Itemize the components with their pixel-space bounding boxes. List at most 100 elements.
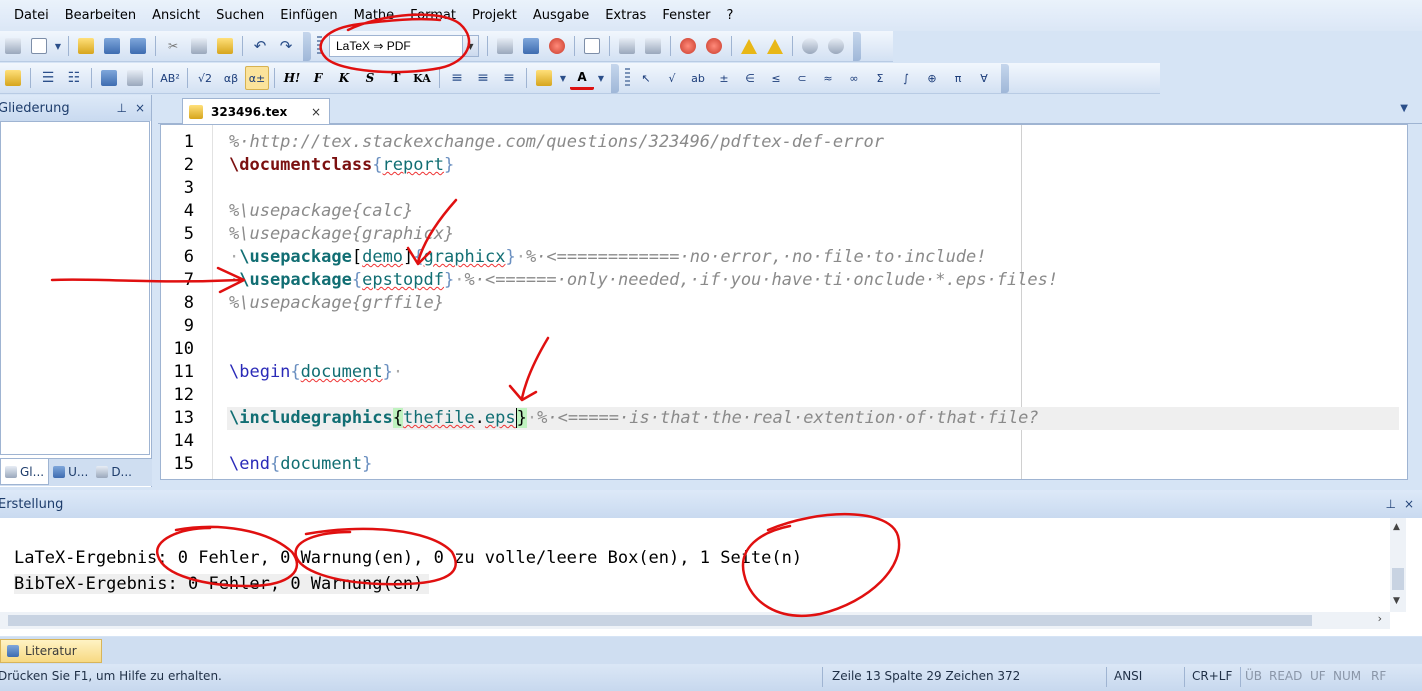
subset-symbols-icon[interactable]: ⊂ — [790, 66, 814, 90]
menu-item-ausgabe[interactable]: Ausgabe — [525, 0, 597, 31]
toolbar-grip[interactable] — [317, 36, 322, 56]
menu-item-?[interactable]: ? — [719, 0, 742, 31]
math-symbols-icon[interactable]: αβ — [219, 66, 243, 90]
scroll-thumb[interactable] — [1392, 568, 1404, 590]
relation-symbols-icon[interactable]: ≤ — [764, 66, 788, 90]
tab-outline[interactable]: Gl... — [0, 459, 50, 485]
math-mode-icon[interactable]: α± — [245, 66, 269, 90]
font-color-dropdown-icon[interactable]: ▼ — [596, 66, 606, 90]
insert-table-icon[interactable] — [123, 66, 147, 90]
project-icon[interactable] — [1, 34, 25, 58]
scroll-thumb[interactable] — [8, 615, 1312, 626]
new-file-icon[interactable] — [27, 34, 51, 58]
align-right-icon[interactable]: ≡ — [497, 66, 521, 90]
output-vertical-scrollbar[interactable]: ▲ ▼ — [1390, 518, 1406, 612]
open-icon[interactable] — [74, 34, 98, 58]
format-button-bold[interactable]: F — [306, 66, 330, 90]
sqrt-icon[interactable]: √2 — [193, 66, 217, 90]
output-profile-select[interactable]: LaTeX ⇒ PDF ▼ — [329, 35, 479, 57]
warning-prev-icon[interactable] — [763, 34, 787, 58]
align-center-icon[interactable]: ≡ — [471, 66, 495, 90]
format-button-italic[interactable]: K — [332, 66, 356, 90]
misc-symbols-icon[interactable]: ∞ — [842, 66, 866, 90]
pin-icon[interactable]: ⊥ — [116, 101, 126, 115]
superscript-icon[interactable]: AB² — [158, 66, 182, 90]
menu-item-format[interactable]: Format — [402, 0, 464, 31]
menu-item-datei[interactable]: Datei — [6, 0, 57, 31]
toolbar-end — [611, 63, 619, 93]
format-button-typewriter[interactable]: T — [384, 66, 408, 90]
pin-icon[interactable]: ⊥ — [1385, 497, 1395, 511]
warning-next-icon[interactable] — [737, 34, 761, 58]
menu-item-suchen[interactable]: Suchen — [208, 0, 272, 31]
integral-symbols-icon[interactable]: ∫ — [894, 66, 918, 90]
scroll-right-icon[interactable]: › — [1378, 612, 1382, 625]
spellcheck-icon[interactable] — [1, 66, 25, 90]
format-button-heading[interactable]: H! — [280, 66, 304, 90]
status-help-text: Drücken Sie F1, um Hilfe zu erhalten. — [0, 669, 222, 683]
output-text-area[interactable]: LaTeX-Ergebnis: 0 Fehler, 0 Warnung(en),… — [0, 518, 1390, 612]
root-symbols-icon[interactable]: √ — [660, 66, 684, 90]
highlight-color-icon[interactable] — [532, 66, 556, 90]
new-file-dropdown-icon[interactable]: ▼ — [53, 34, 63, 58]
approx-symbols-icon[interactable]: ≈ — [816, 66, 840, 90]
menu-item-projekt[interactable]: Projekt — [464, 0, 525, 31]
menu-item-mathe[interactable]: Mathe — [346, 0, 403, 31]
cut-icon[interactable]: ✂ — [161, 34, 185, 58]
align-left-icon[interactable]: ≡ — [445, 66, 469, 90]
view-output-icon[interactable] — [580, 34, 604, 58]
copy-icon[interactable] — [187, 34, 211, 58]
menu-item-bearbeiten[interactable]: Bearbeiten — [57, 0, 144, 31]
close-icon[interactable]: × — [135, 101, 145, 115]
logic-symbols-icon[interactable]: ∀ — [972, 66, 996, 90]
help-icon[interactable] — [798, 34, 822, 58]
build-bibtex-icon[interactable] — [641, 34, 665, 58]
format-button-slanted[interactable]: S — [358, 66, 382, 90]
help-search-icon[interactable] — [824, 34, 848, 58]
close-icon[interactable]: × — [311, 105, 321, 119]
binary-symbols-icon[interactable]: ⊕ — [920, 66, 944, 90]
operator-symbols-icon[interactable]: ± — [712, 66, 736, 90]
inverse-search-icon[interactable] — [702, 34, 726, 58]
greek-symbols-icon[interactable]: π — [946, 66, 970, 90]
scroll-down-icon[interactable]: ▼ — [1393, 596, 1400, 606]
paste-icon[interactable] — [213, 34, 237, 58]
close-icon[interactable]: × — [1404, 497, 1414, 511]
insert-image-icon[interactable] — [97, 66, 121, 90]
numbered-list-icon[interactable]: ☷ — [62, 66, 86, 90]
build-icon[interactable] — [493, 34, 517, 58]
accent-symbols-icon[interactable]: ab — [686, 66, 710, 90]
redo-icon[interactable]: ↷ — [274, 34, 298, 58]
undo-icon[interactable]: ↶ — [248, 34, 272, 58]
tab-environment[interactable]: U... — [49, 459, 92, 485]
build-view-icon[interactable] — [519, 34, 543, 58]
arrow-symbols-icon[interactable]: ↖ — [634, 66, 658, 90]
forward-search-icon[interactable] — [676, 34, 700, 58]
output-horizontal-scrollbar[interactable]: › — [0, 612, 1390, 629]
bullet-list-icon[interactable]: ☰ — [36, 66, 60, 90]
toolbar-end — [853, 31, 861, 61]
code-editor[interactable]: 1 2 3 4 5 6 7 8 9 10 11 12 13 14 15 %·ht… — [160, 124, 1408, 480]
tab-literatur[interactable]: Literatur — [0, 639, 102, 663]
set-symbols-icon[interactable]: ∈ — [738, 66, 762, 90]
format-button-smallcaps[interactable]: KA — [410, 66, 434, 90]
menu-item-fenster[interactable]: Fenster — [654, 0, 718, 31]
toolbar-grip[interactable] — [625, 68, 630, 88]
chevron-down-icon[interactable]: ▼ — [1400, 103, 1408, 114]
menu-item-einfügen[interactable]: Einfügen — [272, 0, 345, 31]
scroll-up-icon[interactable]: ▲ — [1393, 522, 1400, 532]
outline-tree[interactable] — [0, 121, 150, 455]
highlight-dropdown-icon[interactable]: ▼ — [558, 66, 568, 90]
font-color-icon[interactable]: A — [570, 66, 594, 90]
chevron-down-icon[interactable]: ▼ — [462, 36, 478, 56]
save-all-icon[interactable] — [126, 34, 150, 58]
code-line: %·http://tex.stackexchange.com/questions… — [229, 132, 885, 152]
build-current-icon[interactable] — [615, 34, 639, 58]
stop-build-icon[interactable] — [545, 34, 569, 58]
menu-item-ansicht[interactable]: Ansicht — [144, 0, 208, 31]
save-icon[interactable] — [100, 34, 124, 58]
tab-files[interactable]: D... — [92, 459, 136, 485]
sum-symbols-icon[interactable]: Σ — [868, 66, 892, 90]
document-tab[interactable]: 323496.tex × — [182, 98, 330, 124]
menu-item-extras[interactable]: Extras — [597, 0, 654, 31]
